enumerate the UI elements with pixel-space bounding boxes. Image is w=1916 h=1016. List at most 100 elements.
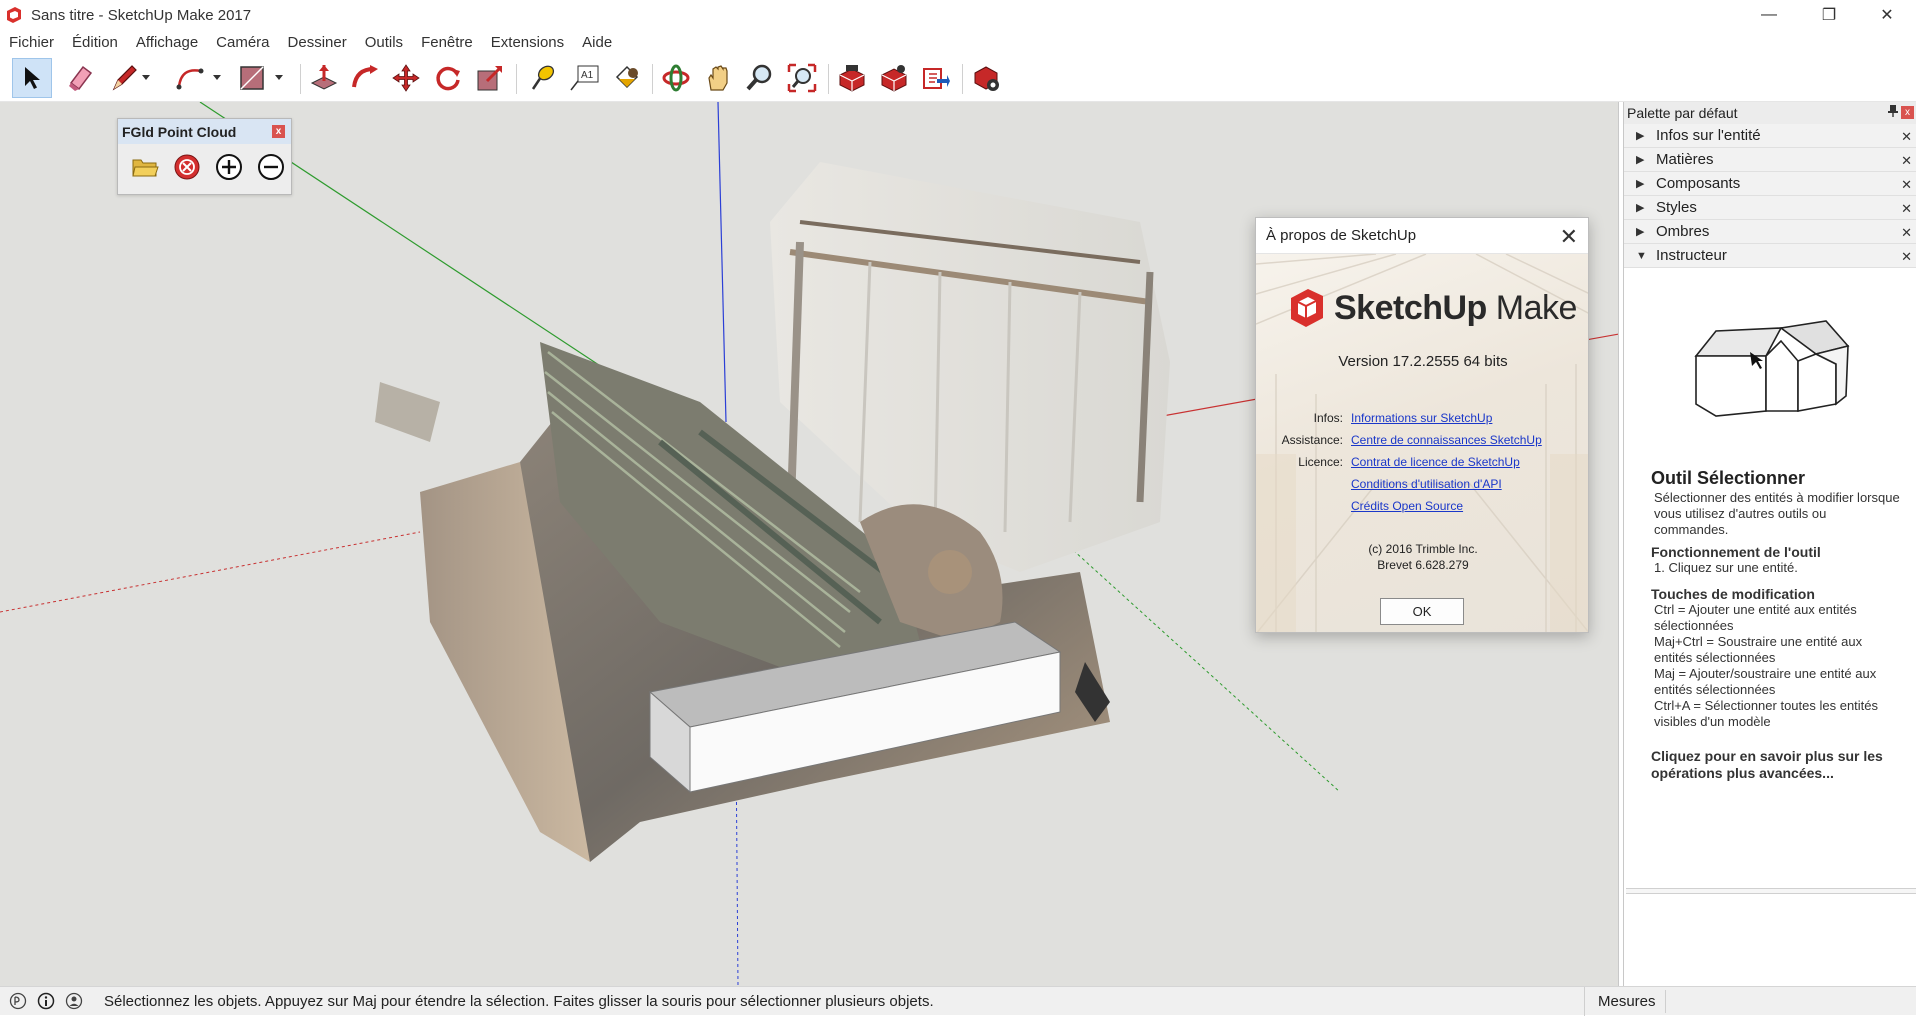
collapse-arrow-icon: ▼ <box>1636 249 1647 262</box>
fgld-close-button[interactable]: x <box>272 125 285 138</box>
credits-info-icon[interactable] <box>36 991 56 1011</box>
text-icon[interactable]: A1 <box>564 58 604 98</box>
menu-edition[interactable]: Édition <box>63 34 127 51</box>
tray-section-materials[interactable]: ▶ Matières ✕ <box>1624 148 1916 172</box>
sketchup-app-icon <box>5 6 23 24</box>
pencil-icon[interactable] <box>106 58 154 98</box>
user-account-icon[interactable] <box>64 991 84 1011</box>
menu-camera[interactable]: Caméra <box>207 34 278 51</box>
tray-section-label: Infos sur l'entité <box>1656 127 1761 144</box>
extension-manager-icon[interactable] <box>966 58 1006 98</box>
link-informations[interactable]: Informations sur SketchUp <box>1351 411 1492 425</box>
tray-section-entity-info[interactable]: ▶ Infos sur l'entité ✕ <box>1624 124 1916 148</box>
toolbar-separator <box>652 64 653 94</box>
scale-icon[interactable] <box>470 58 510 98</box>
drawing-viewport[interactable]: FGld Point Cloud x À propos de SketchUp … <box>0 102 1619 986</box>
warehouse-icon[interactable] <box>832 58 872 98</box>
plus-icon[interactable] <box>212 150 246 184</box>
expand-arrow-icon: ▶ <box>1636 226 1645 238</box>
window-title: Sans titre - SketchUp Make 2017 <box>31 6 252 24</box>
patent-text: Brevet 6.628.279 <box>1377 558 1469 572</box>
expand-arrow-icon: ▶ <box>1636 202 1645 214</box>
rectangle-icon[interactable] <box>236 58 290 98</box>
tray-section-components[interactable]: ▶ Composants ✕ <box>1624 172 1916 196</box>
open-folder-icon[interactable] <box>128 150 162 184</box>
about-close-button[interactable]: ✕ <box>1560 224 1578 250</box>
send-to-layout-icon[interactable] <box>916 58 956 98</box>
tray-section-shadows[interactable]: ▶ Ombres ✕ <box>1624 220 1916 244</box>
about-dialog-header[interactable]: À propos de SketchUp ✕ <box>1256 218 1588 254</box>
version-label: Version 17.2.2555 64 bits <box>1338 353 1508 370</box>
toolbar-separator <box>828 64 829 94</box>
close-icon[interactable]: ✕ <box>1901 201 1912 217</box>
svg-text:A1: A1 <box>581 70 594 81</box>
sketchup-logo: SketchUp Make <box>1288 288 1577 328</box>
follow-me-icon[interactable] <box>345 58 385 98</box>
minus-icon[interactable] <box>254 150 288 184</box>
zoom-icon[interactable] <box>740 58 780 98</box>
tray-section-styles[interactable]: ▶ Styles ✕ <box>1624 196 1916 220</box>
fgld-panel-header[interactable]: FGld Point Cloud x <box>118 119 291 144</box>
select-icon[interactable] <box>12 58 52 98</box>
arc-icon[interactable] <box>172 58 226 98</box>
menu-aide[interactable]: Aide <box>573 34 621 51</box>
menu-affichage[interactable]: Affichage <box>127 34 207 51</box>
close-icon[interactable]: ✕ <box>1901 129 1912 145</box>
menu-outils[interactable]: Outils <box>356 34 412 51</box>
stop-icon[interactable] <box>170 150 204 184</box>
link-open-source-credits[interactable]: Crédits Open Source <box>1351 499 1463 513</box>
tray-section-label: Styles <box>1656 199 1697 216</box>
logo-text-bold: SketchUp <box>1334 288 1487 327</box>
tray-section-label: Ombres <box>1656 223 1710 240</box>
measurements-label: Mesures <box>1584 987 1656 1016</box>
ok-button[interactable]: OK <box>1380 598 1464 625</box>
tray-section-label: Composants <box>1656 175 1741 192</box>
tray-section-label: Instructeur <box>1656 247 1727 264</box>
move-icon[interactable] <box>386 58 426 98</box>
zoom-extents-icon[interactable] <box>782 58 822 98</box>
eraser-icon[interactable] <box>60 58 100 98</box>
rotate-icon[interactable] <box>428 58 468 98</box>
expand-arrow-icon: ▶ <box>1636 178 1645 190</box>
modifier-item: Maj = Ajouter/soustraire une entité aux … <box>1654 666 1877 697</box>
menu-extensions[interactable]: Extensions <box>482 34 573 51</box>
toolbar-separator <box>962 64 963 94</box>
instructor-operation-heading: Fonctionnement de l'outil <box>1651 544 1821 560</box>
close-window-button[interactable]: ✕ <box>1858 0 1916 30</box>
close-icon[interactable]: ✕ <box>1901 153 1912 169</box>
extension-warehouse-icon[interactable] <box>874 58 914 98</box>
red-axis-dashed <box>0 531 421 613</box>
geo-location-icon[interactable] <box>8 991 28 1011</box>
pan-icon[interactable] <box>698 58 738 98</box>
tray-header: Palette par défaut x <box>1624 102 1916 124</box>
pin-icon[interactable] <box>1888 105 1898 120</box>
link-api-terms[interactable]: Conditions d'utilisation d'API <box>1351 477 1502 491</box>
fgld-point-cloud-panel: FGld Point Cloud x <box>117 118 292 195</box>
close-icon[interactable]: ✕ <box>1901 225 1912 241</box>
menu-bar: Fichier Édition Affichage Caméra Dessine… <box>0 30 1916 54</box>
tray-section-label: Matières <box>1656 151 1714 168</box>
measurements-input[interactable] <box>1665 990 1913 1013</box>
status-message: Sélectionnez les objets. Appuyez sur Maj… <box>104 992 934 1010</box>
orbit-icon[interactable] <box>656 58 696 98</box>
tray-section-instructor[interactable]: ▼ Instructeur ✕ <box>1624 244 1916 268</box>
close-icon[interactable]: ✕ <box>1901 177 1912 193</box>
info-row: Licence: Contrat de licence de SketchUp <box>1256 455 1588 469</box>
tray-close-button[interactable]: x <box>1901 106 1914 119</box>
tape-measure-icon[interactable] <box>522 58 562 98</box>
minimize-button[interactable]: — <box>1740 0 1798 30</box>
link-knowledge-center[interactable]: Centre de connaissances SketchUp <box>1351 433 1542 447</box>
tray-splitter[interactable] <box>1626 888 1916 894</box>
maximize-button[interactable]: ❐ <box>1800 0 1858 30</box>
instructor-more-link[interactable]: Cliquez pour en savoir plus sur les opér… <box>1651 748 1901 782</box>
push-pull-icon[interactable] <box>304 58 344 98</box>
menu-fichier[interactable]: Fichier <box>0 34 63 51</box>
menu-fenetre[interactable]: Fenêtre <box>412 34 482 51</box>
info-row: Infos: Informations sur SketchUp <box>1256 411 1588 425</box>
info-row: Conditions d'utilisation d'API <box>1256 477 1588 491</box>
paint-bucket-icon[interactable] <box>606 58 646 98</box>
link-license[interactable]: Contrat de licence de SketchUp <box>1351 455 1520 469</box>
menu-dessiner[interactable]: Dessiner <box>279 34 356 51</box>
title-bar: Sans titre - SketchUp Make 2017 — ❐ ✕ <box>0 0 1916 30</box>
close-icon[interactable]: ✕ <box>1901 249 1912 265</box>
